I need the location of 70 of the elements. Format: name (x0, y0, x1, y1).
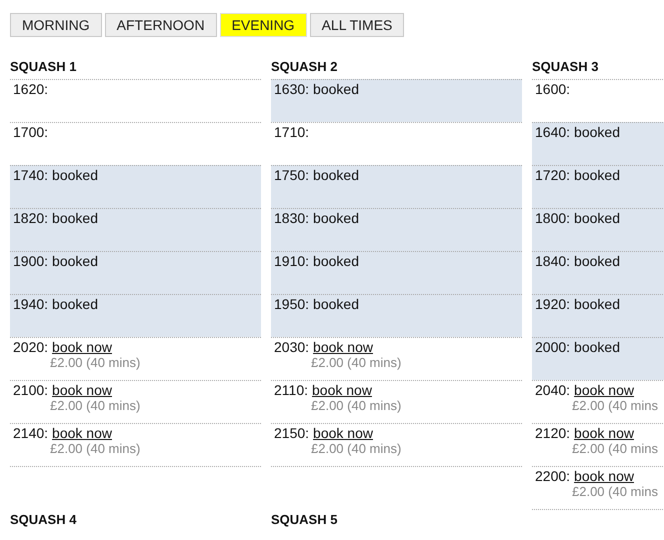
slot-price: £2.00 (40 mins (571, 441, 659, 457)
slot-time: 1750: (274, 167, 310, 183)
slot-price: £2.00 (40 mins) (310, 398, 402, 414)
slot-time: 1640: (535, 124, 570, 140)
slot-price: £2.00 (40 mins) (49, 398, 142, 414)
slot-status: booked (574, 339, 620, 355)
slot-price: £2.00 (40 mins) (310, 355, 402, 371)
slot-status: booked (313, 296, 359, 312)
slot-time: 2110: (274, 382, 308, 398)
slot-time: 2150: (274, 425, 310, 441)
slot-time: 1740: (13, 167, 48, 183)
slot-status: booked (313, 81, 359, 97)
slot-status: booked (313, 167, 359, 183)
time-filter-tab[interactable]: MORNING (10, 13, 102, 37)
slot-status: booked (52, 210, 98, 226)
book-now-link[interactable]: book now (52, 382, 112, 398)
court-heading: SQUASH 4 (10, 511, 78, 529)
slot-status: booked (313, 253, 359, 269)
slot-time: 1620: (13, 81, 48, 97)
slot-time: 1940: (13, 296, 48, 312)
slot-status: booked (574, 253, 620, 269)
slot-status: booked (52, 167, 98, 183)
book-now-link[interactable]: book now (313, 425, 373, 441)
time-filter-tab[interactable]: AFTERNOON (104, 13, 217, 37)
slot-status: booked (52, 296, 98, 312)
slot-time: 1710: (274, 124, 310, 140)
slot-time: 2000: (535, 339, 570, 355)
slot-time: 2140: (13, 425, 48, 441)
slot-status: booked (574, 210, 620, 226)
slot-time: 1950: (274, 296, 310, 312)
slot-status: booked (574, 167, 620, 183)
slot-status: booked (313, 210, 359, 226)
slot-time: 1800: (535, 210, 570, 226)
slot-price: £2.00 (40 mins (571, 398, 659, 414)
court-heading: SQUASH 1 (10, 58, 78, 76)
slot-price: £2.00 (40 mins) (49, 441, 142, 457)
court-heading: SQUASH 2 (271, 58, 338, 76)
slot-price: £2.00 (40 mins) (49, 355, 142, 371)
slot-time: 2200: (535, 468, 570, 484)
slot-status: booked (574, 124, 620, 140)
book-now-link[interactable]: book now (52, 339, 112, 355)
court-heading: SQUASH 5 (271, 511, 338, 529)
slot-price: £2.00 (40 mins (571, 484, 659, 500)
book-now-link[interactable]: book now (574, 468, 634, 484)
book-now-link[interactable]: book now (312, 382, 372, 398)
time-filter-tab[interactable]: ALL TIMES (310, 13, 404, 37)
slot-time: 2040: (535, 382, 570, 398)
book-now-link[interactable]: book now (574, 382, 634, 398)
slot-status: booked (574, 296, 620, 312)
slot-time: 1910: (274, 253, 310, 269)
court-heading: SQUASH 3 (532, 58, 600, 76)
slot-time: 1630: (274, 81, 310, 97)
slot-time: 2030: (274, 339, 310, 355)
slot-time: 1820: (13, 210, 48, 226)
slot-price: £2.00 (40 mins) (310, 441, 402, 457)
book-now-link[interactable]: book now (574, 425, 634, 441)
book-now-link[interactable]: book now (313, 339, 373, 355)
slot-time: 1920: (535, 296, 570, 312)
slot-time: 1600: (535, 81, 570, 97)
time-filter-tab[interactable]: EVENING (220, 13, 307, 37)
slot-status: booked (52, 253, 98, 269)
slot-time: 1700: (13, 124, 48, 140)
slot-time: 1830: (274, 210, 310, 226)
slot-time: 2020: (13, 339, 48, 355)
slot-time: 2120: (535, 425, 570, 441)
book-now-link[interactable]: book now (52, 425, 112, 441)
slot-time: 1720: (535, 167, 570, 183)
slot-time: 2100: (13, 382, 48, 398)
slot-time: 1840: (535, 253, 570, 269)
slot-time: 1900: (13, 253, 48, 269)
